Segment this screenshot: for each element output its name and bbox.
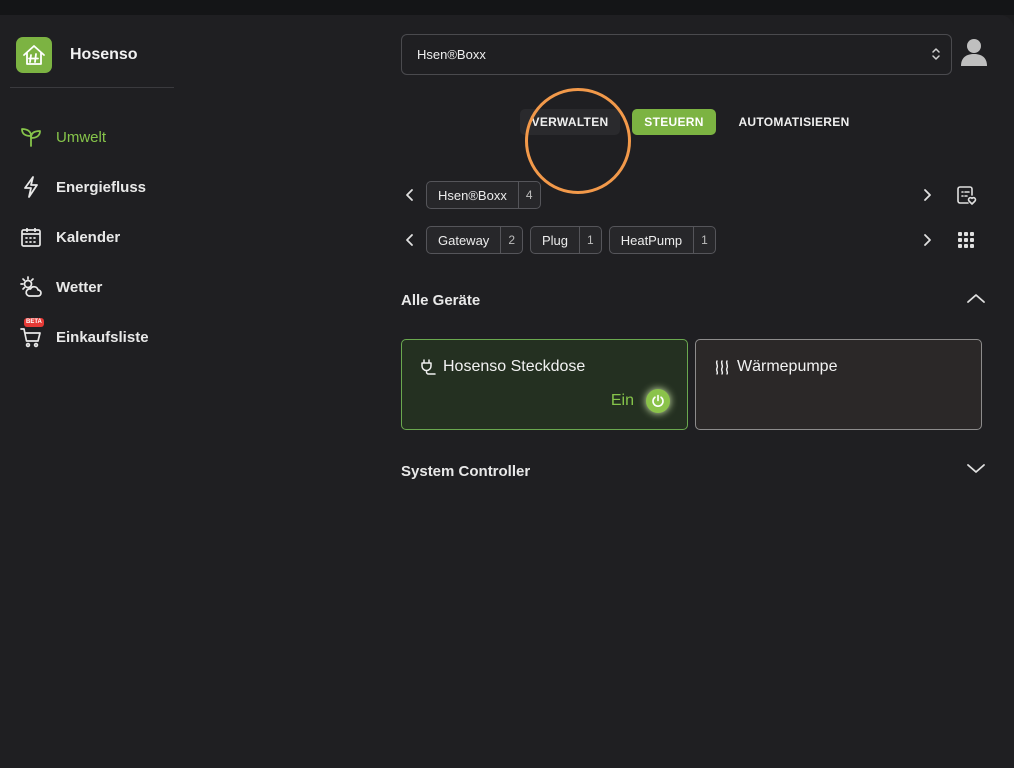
device-name: Hosenso Steckdose (443, 358, 586, 375)
home-select-value: Hsen®Boxx (417, 47, 486, 62)
sidebar-item-einkaufsliste[interactable]: BETA Einkaufsliste (18, 312, 178, 362)
device-state: Ein (610, 392, 634, 409)
chip-label: HeatPump (620, 232, 683, 248)
select-caret-icon (931, 46, 941, 65)
brand: Hosenso (16, 37, 138, 73)
sidebar-item-umwelt[interactable]: Umwelt (18, 112, 178, 162)
chip-label: Hsen®Boxx (438, 187, 507, 203)
section-title: Alle Geräte (401, 292, 481, 309)
power-icon[interactable] (646, 389, 670, 413)
device-list-icon[interactable] (954, 183, 978, 207)
hosenso-logo-icon (16, 37, 52, 73)
device-card-steckdose[interactable]: Hosenso Steckdose Ein (401, 339, 688, 430)
sidebar-item-label: Energiefluss (56, 178, 147, 196)
chip-count: 1 (693, 227, 715, 253)
tab-automatisieren[interactable]: AUTOMATISIEREN (728, 109, 860, 135)
app-window: Hosenso Umwelt Energiefluss Kalender Wet… (0, 15, 1014, 768)
home-select[interactable]: Hsen®Boxx (401, 34, 952, 75)
sidebar-item-kalender[interactable]: Kalender (18, 212, 178, 262)
cart-icon: BETA (18, 318, 44, 350)
hub-filter-row: Hsen®Boxx 4 (401, 181, 986, 209)
chevron-left-icon[interactable] (401, 185, 419, 205)
heat-icon (713, 358, 731, 376)
sidebar-item-label: Wetter (56, 278, 103, 296)
section-alle-geraete[interactable]: Alle Geräte (401, 289, 986, 313)
category-chip-gateway[interactable]: Gateway 2 (426, 226, 523, 254)
tab-verwalten[interactable]: VERWALTEN (520, 109, 620, 135)
sprout-icon (18, 124, 44, 150)
app-name: Hosenso (70, 46, 138, 63)
chip-count: 2 (500, 227, 522, 253)
category-filter-row: Gateway 2 Plug 1 HeatPump 1 (401, 226, 986, 254)
weather-icon (18, 274, 44, 300)
plug-icon (419, 358, 437, 376)
calendar-icon (18, 224, 44, 250)
chevron-left-icon[interactable] (401, 230, 419, 250)
sidebar-item-label: Umwelt (56, 128, 107, 146)
lightning-icon (18, 174, 44, 200)
category-chip-heatpump[interactable]: HeatPump 1 (608, 226, 716, 254)
device-name: Wärmepumpe (737, 358, 838, 375)
chip-label: Gateway (438, 232, 490, 248)
sidebar-divider (10, 87, 174, 88)
avatar-icon[interactable] (960, 37, 988, 67)
sidebar-item-label: Kalender (56, 228, 121, 246)
chevron-right-icon[interactable] (918, 230, 936, 250)
beta-badge: BETA (24, 318, 44, 327)
hub-chip[interactable]: Hsen®Boxx 4 (426, 181, 541, 209)
section-system-controller[interactable]: System Controller (401, 460, 986, 484)
chevron-down-icon (966, 462, 986, 480)
chip-count: 1 (579, 227, 601, 253)
device-card-waermepumpe[interactable]: Wärmepumpe (695, 339, 982, 430)
title-bar (0, 0, 1014, 15)
category-chip-plug[interactable]: Plug 1 (530, 226, 602, 254)
sidebar-item-energiefluss[interactable]: Energiefluss (18, 162, 178, 212)
sidebar-item-wetter[interactable]: Wetter (18, 262, 178, 312)
chip-label: Plug (542, 232, 569, 248)
chevron-right-icon[interactable] (918, 185, 936, 205)
chip-count: 4 (517, 182, 540, 208)
highlight-ring (525, 88, 631, 194)
chevron-up-icon (966, 291, 986, 309)
section-title: System Controller (401, 463, 531, 480)
tab-steuern[interactable]: STEUERN (632, 109, 716, 135)
sidebar-nav: Umwelt Energiefluss Kalender Wetter BETA… (18, 112, 178, 362)
grid-icon[interactable] (954, 228, 978, 252)
sidebar-item-label: Einkaufsliste (56, 328, 149, 346)
